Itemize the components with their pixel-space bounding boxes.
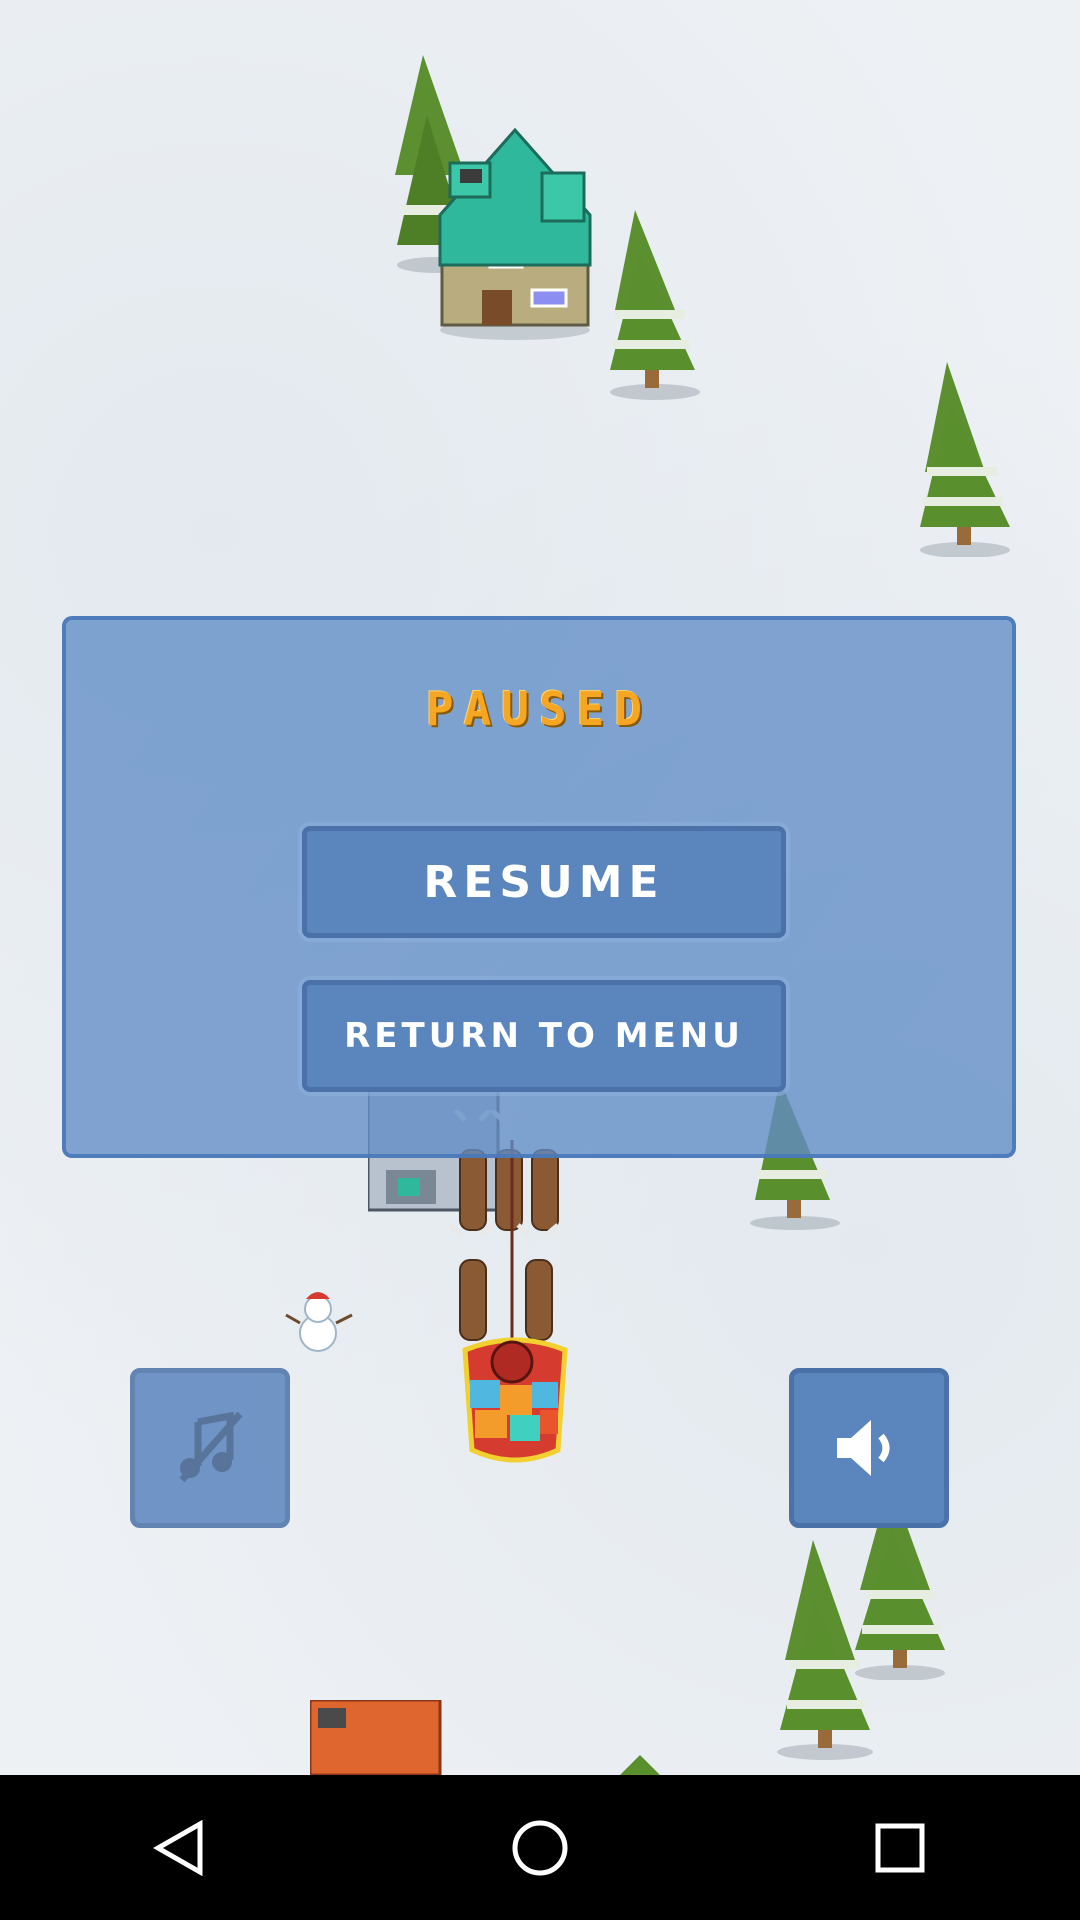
pause-panel: PAUSED RESUME RETURN TO MENU (62, 616, 1016, 1158)
navigation-bar (0, 1775, 1080, 1920)
return-to-menu-button[interactable]: RETURN TO MENU (302, 980, 786, 1092)
music-toggle-button[interactable] (130, 1368, 290, 1528)
music-muted-icon (179, 1411, 243, 1483)
back-triangle-icon (152, 1819, 203, 1876)
pine-tree (920, 362, 1010, 557)
back-button[interactable] (120, 1788, 240, 1908)
paused-title: PAUSED (425, 682, 653, 736)
recents-square-icon (875, 1823, 925, 1872)
home-button[interactable] (480, 1788, 600, 1908)
red-building (310, 1700, 442, 1775)
speaker-icon (837, 1420, 890, 1476)
resume-button[interactable]: RESUME (302, 826, 786, 938)
recents-button[interactable] (840, 1788, 960, 1908)
cabin-house (438, 127, 592, 340)
pine-tree (610, 210, 700, 400)
sound-toggle-button[interactable] (789, 1368, 949, 1528)
snowman (285, 1292, 353, 1352)
home-circle-icon (512, 1820, 568, 1875)
santa-sleigh (448, 1110, 568, 1463)
pine-tree (620, 1755, 660, 1775)
